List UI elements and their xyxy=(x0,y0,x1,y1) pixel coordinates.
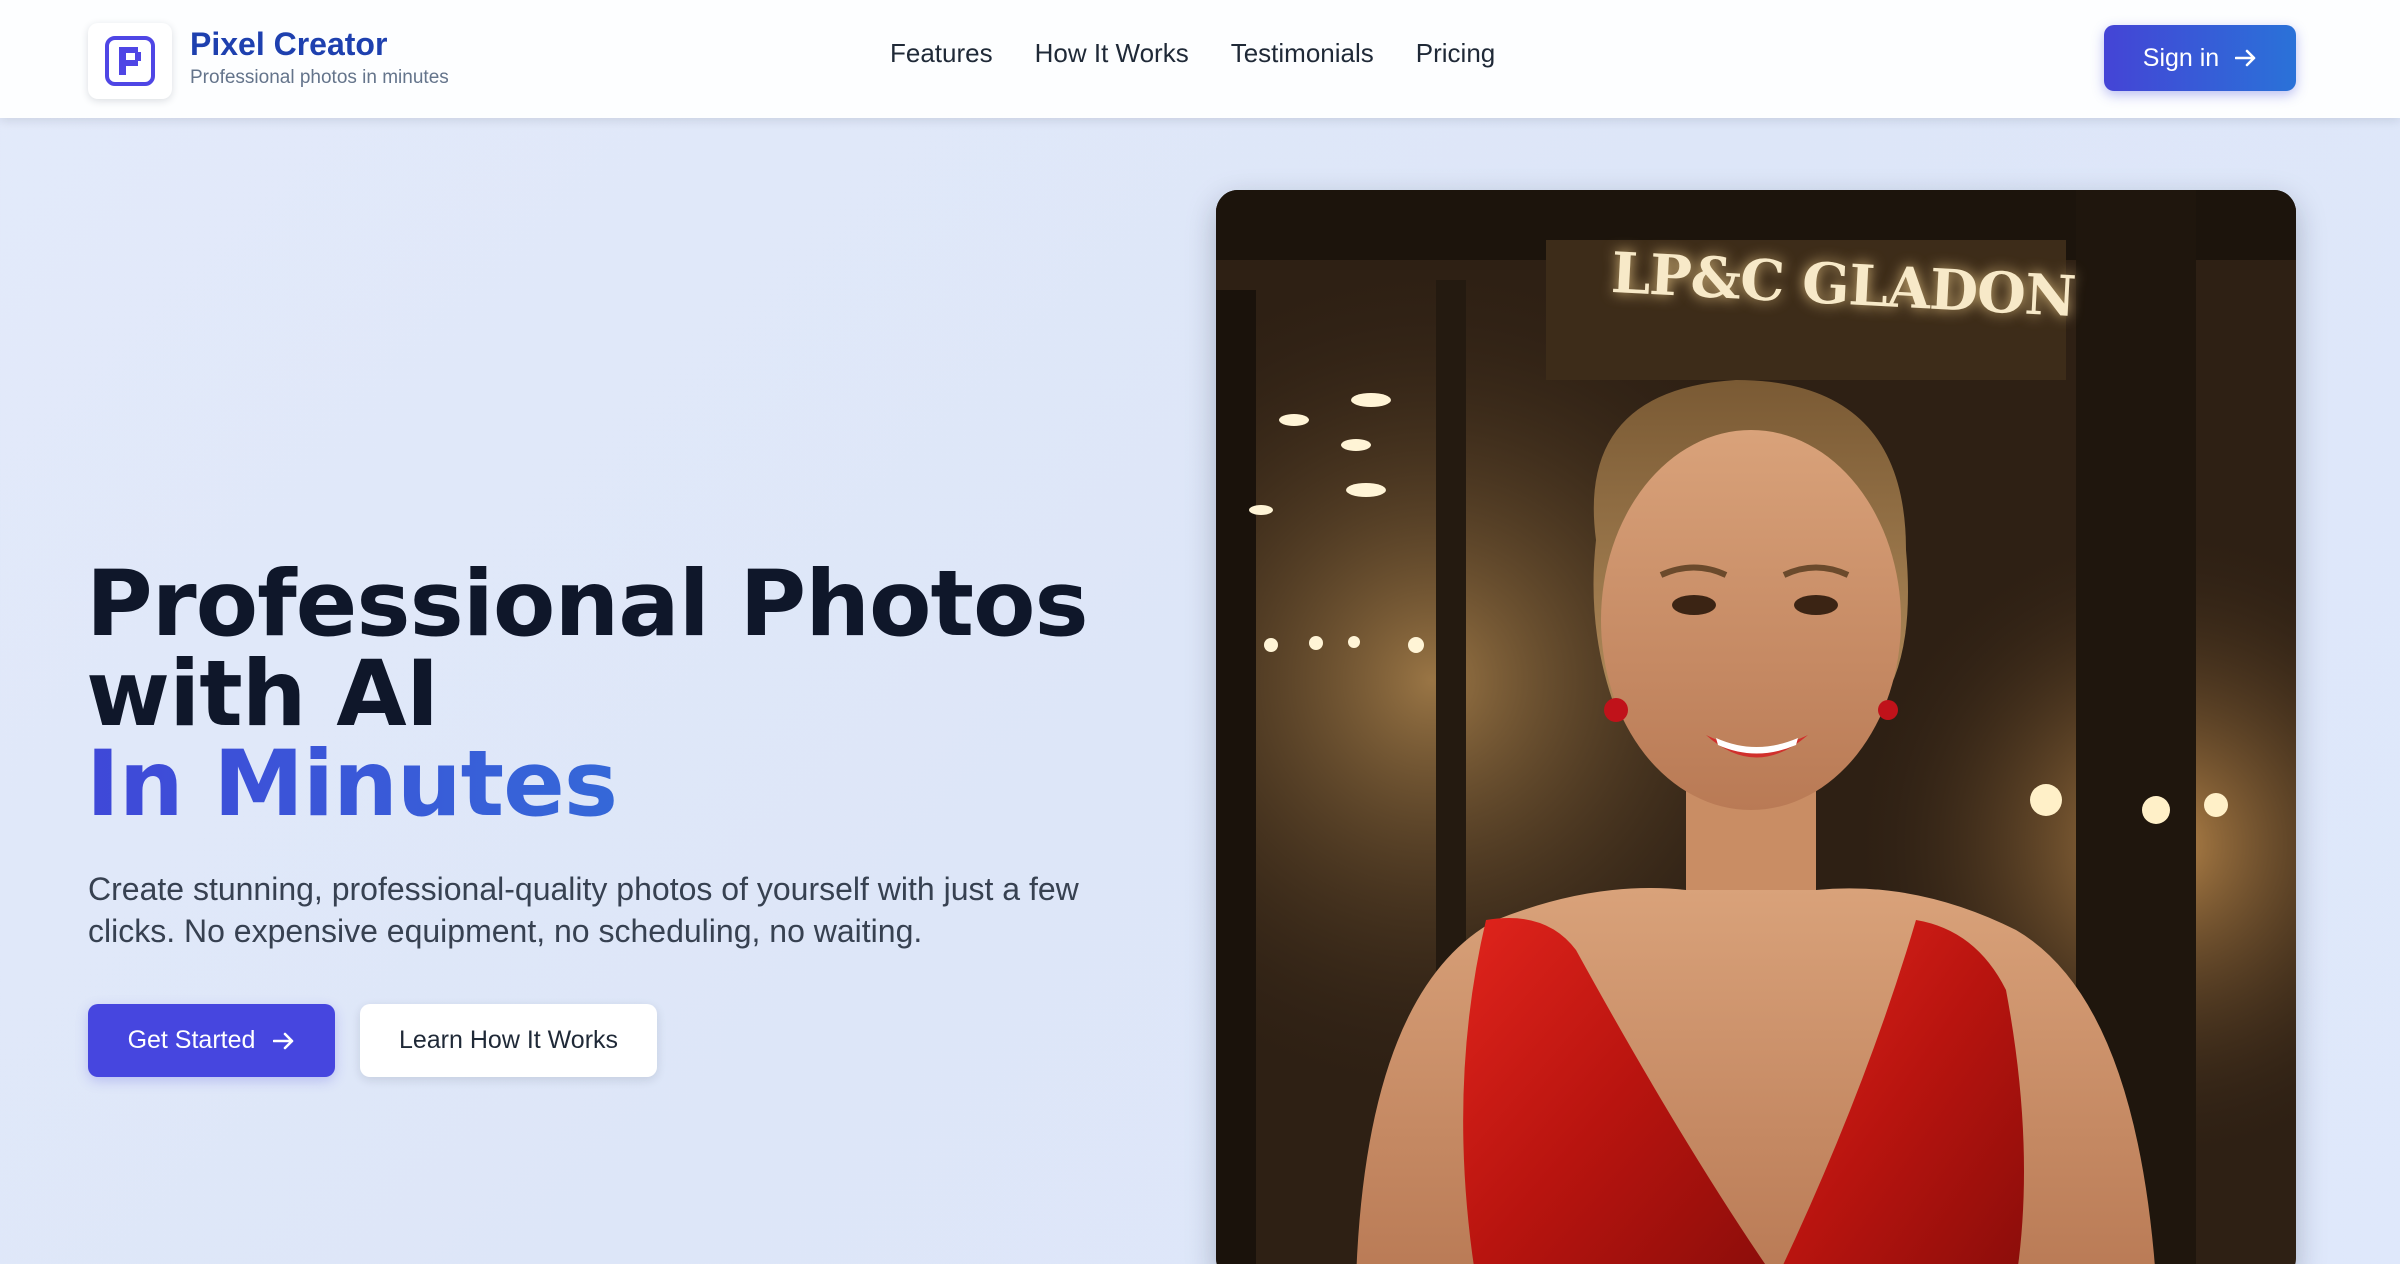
hero-title: Professional Photos with AI In Minutes xyxy=(86,552,1186,830)
arrow-right-icon xyxy=(273,1032,294,1049)
brand-name[interactable]: Pixel Creator xyxy=(190,26,387,63)
pixel-logo-icon xyxy=(105,36,155,86)
logo[interactable] xyxy=(88,23,172,99)
nav-how-it-works[interactable]: How It Works xyxy=(1035,38,1189,78)
nav-pricing[interactable]: Pricing xyxy=(1416,38,1495,78)
hero-title-accent: In Minutes xyxy=(86,739,1186,830)
learn-how-it-works-button[interactable]: Learn How It Works xyxy=(360,1004,657,1077)
hero-portrait-image: LP&C GLADON xyxy=(1216,190,2296,1264)
main-nav: Features How It Works Testimonials Prici… xyxy=(890,38,1495,78)
sign-in-button[interactable]: Sign in xyxy=(2104,25,2296,91)
hero-title-line2: with AI xyxy=(86,642,440,747)
brand-tagline: Professional photos in minutes xyxy=(190,67,449,88)
site-header: Pixel Creator Professional photos in min… xyxy=(0,0,2400,118)
nav-testimonials[interactable]: Testimonials xyxy=(1231,38,1374,78)
hero-subtitle: Create stunning, professional-quality ph… xyxy=(88,871,1079,949)
arrow-right-icon xyxy=(2235,49,2256,67)
nav-features[interactable]: Features xyxy=(890,38,993,78)
get-started-button[interactable]: Get Started xyxy=(88,1004,335,1077)
get-started-label: Get Started xyxy=(127,1026,256,1054)
portrait-illustration xyxy=(1216,190,2296,1264)
hero-title-line1: Professional Photos xyxy=(86,552,1089,657)
learn-how-it-works-label: Learn How It Works xyxy=(398,1026,619,1054)
sign-in-label: Sign in xyxy=(2142,43,2220,72)
